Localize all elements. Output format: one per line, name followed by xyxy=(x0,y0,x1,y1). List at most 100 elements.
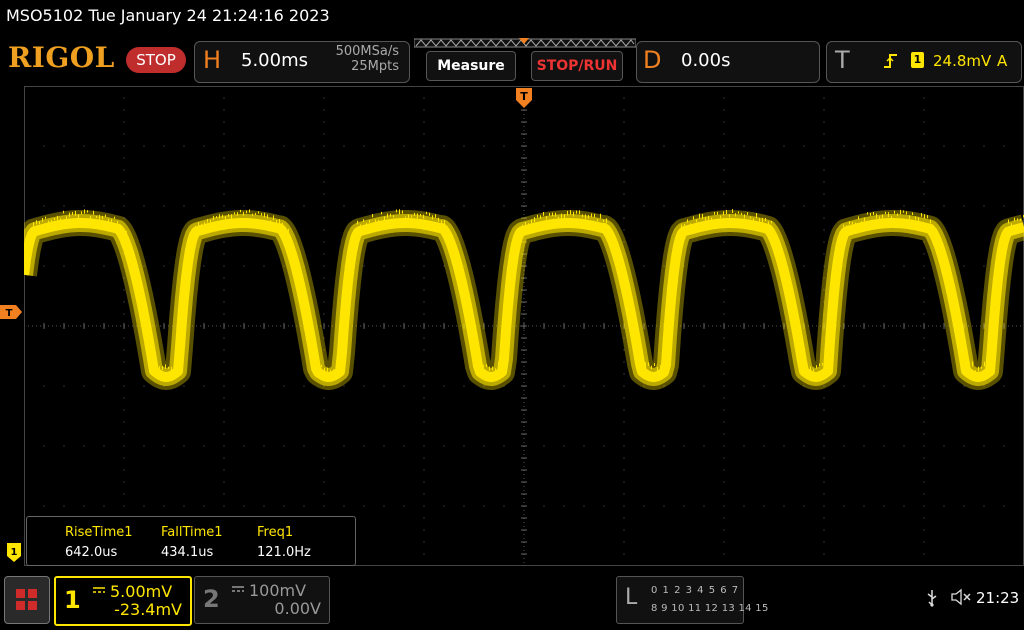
logic-channels-box[interactable]: L 0 1 2 3 4 5 6 7 8 9 10 11 12 13 14 15 xyxy=(616,576,744,624)
trace-noise xyxy=(879,216,880,220)
trace-noise xyxy=(858,216,859,219)
trace-noise xyxy=(261,213,262,215)
trace-noise xyxy=(483,365,484,367)
trace-noise xyxy=(486,364,487,367)
trace-noise xyxy=(774,232,775,235)
trace-noise xyxy=(639,350,640,353)
trace-noise xyxy=(699,214,700,219)
run-state-badge[interactable]: STOP xyxy=(126,47,186,73)
trace-noise xyxy=(459,264,460,269)
trace-noise xyxy=(846,225,847,227)
trace-noise xyxy=(1014,218,1015,222)
trace-noise xyxy=(495,368,496,371)
trace-noise xyxy=(222,215,223,218)
trace-noise xyxy=(231,214,232,219)
trace-noise xyxy=(717,212,718,215)
trace-noise xyxy=(537,215,538,218)
trace-noise xyxy=(711,218,712,221)
trigger-level-marker[interactable]: T xyxy=(0,304,24,320)
trace-noise xyxy=(780,243,781,248)
trigger-box[interactable]: T 1 24.8mV A xyxy=(826,41,1022,83)
trace-noise xyxy=(888,212,889,217)
measure-button[interactable]: Measure xyxy=(426,51,516,81)
trace-noise xyxy=(81,211,82,214)
trace-noise xyxy=(246,211,247,214)
trace-noise xyxy=(540,215,541,218)
memory-depth: 25Mpts xyxy=(336,59,399,74)
trace-noise xyxy=(42,218,43,222)
trace-noise xyxy=(129,243,130,245)
trace-noise xyxy=(279,219,280,224)
trace-noise xyxy=(516,235,517,238)
ch1-ground-marker[interactable]: 1 xyxy=(6,542,24,564)
trace-noise xyxy=(132,252,133,256)
status-clock: 21:23 xyxy=(976,589,1019,607)
trace-noise xyxy=(759,218,760,223)
trace-noise xyxy=(528,223,529,227)
meas-value-1: 642.0us xyxy=(65,545,117,560)
trace-noise xyxy=(513,254,514,258)
channel1-box[interactable]: 1 5.00mV -23.4mV xyxy=(54,576,192,626)
logic-row-2: 8 9 10 11 12 13 14 15 xyxy=(651,603,769,614)
trace-noise xyxy=(324,368,325,371)
trace-noise xyxy=(354,230,355,234)
trace-noise xyxy=(393,215,394,217)
trace-noise xyxy=(936,229,937,231)
trace-noise xyxy=(270,220,271,223)
trace-noise xyxy=(315,348,316,351)
trace-noise xyxy=(303,290,304,295)
trace-noise xyxy=(330,370,331,375)
trace-noise xyxy=(864,217,865,221)
speaker-muted-icon[interactable] xyxy=(950,588,972,610)
trace-noise xyxy=(192,235,193,238)
ch2-offset: 0.00V xyxy=(274,599,321,618)
title-text: MSO5102 Tue January 24 21:24:16 2023 xyxy=(6,6,330,25)
waveform-display[interactable] xyxy=(24,86,1024,566)
rising-edge-icon xyxy=(883,52,899,70)
trigger-mode: A xyxy=(997,52,1007,70)
trace-noise xyxy=(660,365,661,367)
trace-noise xyxy=(615,241,616,243)
horizontal-timebase-box[interactable]: H 5.00ms 500MSa/s 25Mpts xyxy=(194,41,410,83)
trace-noise xyxy=(186,271,187,275)
stop-run-button[interactable]: STOP/RUN xyxy=(531,51,623,81)
trace-noise xyxy=(825,365,826,368)
trace-noise xyxy=(672,277,673,281)
channel2-box[interactable]: 2 100mV 0.00V xyxy=(194,576,330,624)
delay-box[interactable]: D 0.00s xyxy=(636,41,820,83)
ch1-waveform xyxy=(24,209,1024,377)
trace-noise xyxy=(375,219,376,222)
memory-position-ruler xyxy=(414,38,636,48)
ch1-offset: -23.4mV xyxy=(114,600,182,619)
ch1-scale: 5.00mV xyxy=(110,582,172,601)
trace-noise xyxy=(969,362,970,364)
trace-noise xyxy=(723,211,724,215)
trace-noise xyxy=(771,221,772,223)
trace-noise xyxy=(447,229,448,232)
trace-noise xyxy=(420,214,421,216)
measurement-panel[interactable]: RiseTime1 642.0us FallTime1 434.1us Freq… xyxy=(26,516,356,566)
trace-noise xyxy=(321,365,322,367)
trace-noise xyxy=(384,216,385,221)
trace-noise xyxy=(822,363,823,366)
trace-noise xyxy=(585,214,586,218)
trace-noise xyxy=(546,216,547,219)
trace-noise xyxy=(954,293,955,296)
main-menu-button[interactable] xyxy=(4,576,50,624)
trace-noise xyxy=(177,359,178,364)
trace-noise xyxy=(963,344,964,348)
trace-noise xyxy=(357,221,358,225)
trace-noise xyxy=(819,363,820,366)
trace-noise xyxy=(828,358,829,363)
trace-noise xyxy=(120,225,121,230)
trace-noise xyxy=(768,221,769,226)
trace-noise xyxy=(618,251,619,253)
trace-noise xyxy=(273,215,274,220)
trace-noise xyxy=(78,215,79,219)
trigger-position-marker[interactable]: T xyxy=(514,86,534,110)
trace-noise xyxy=(480,366,481,370)
trace-noise xyxy=(816,365,817,368)
trace-noise xyxy=(687,219,688,222)
trace-noise xyxy=(627,284,628,288)
trace-noise xyxy=(576,211,577,214)
